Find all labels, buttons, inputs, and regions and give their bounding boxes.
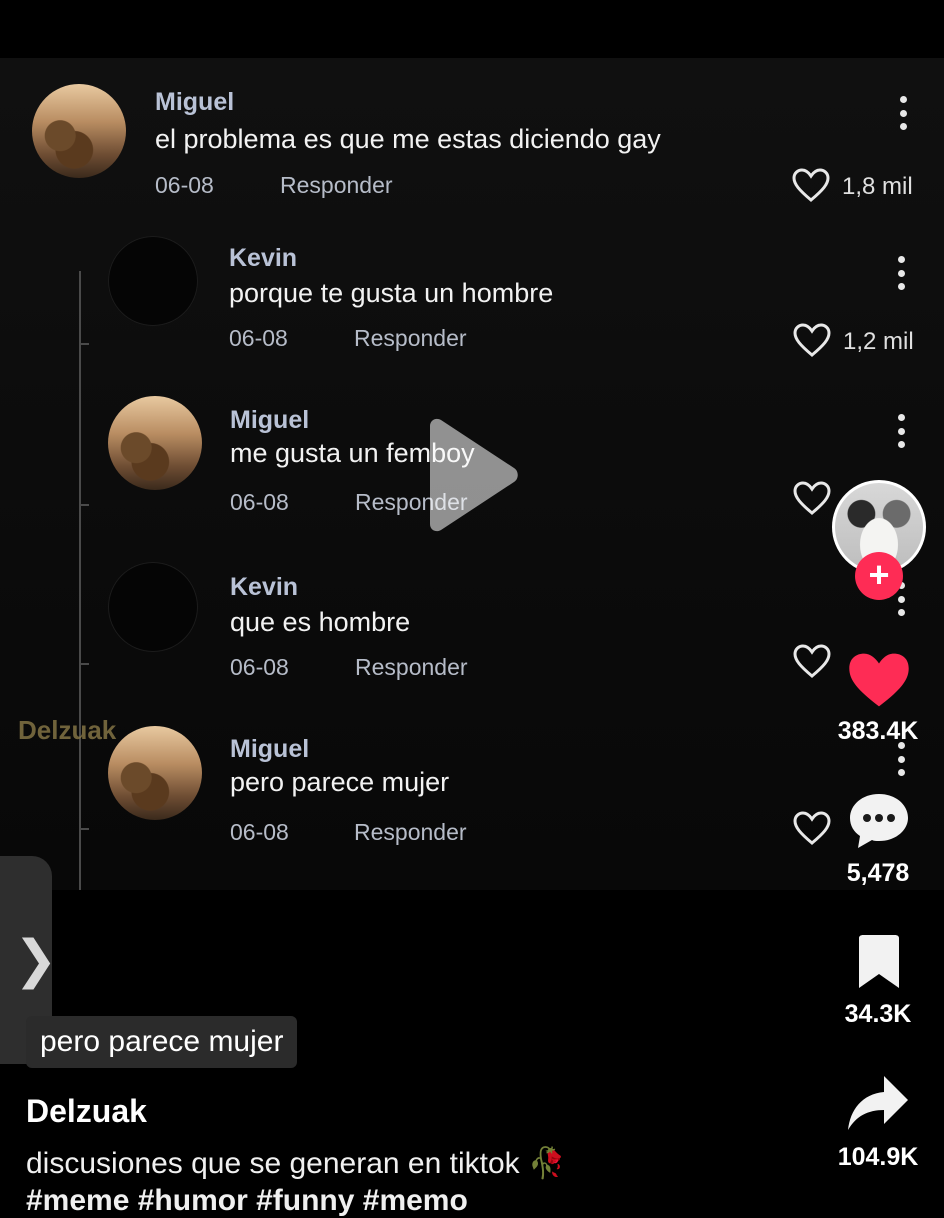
play-icon[interactable]: [424, 418, 520, 532]
comment-text: el problema es que me estas diciendo gay: [155, 124, 661, 154]
commenter-name[interactable]: Kevin: [229, 244, 297, 273]
thread-tick: [79, 504, 89, 506]
follow-plus-button[interactable]: +: [855, 552, 903, 600]
commenter-name[interactable]: Kevin: [230, 573, 298, 602]
commenter-avatar[interactable]: [108, 726, 202, 820]
commenter-avatar[interactable]: [32, 84, 126, 178]
heart-outline-icon[interactable]: [792, 322, 832, 358]
reply-thread-line: [79, 271, 81, 890]
comment-date: 06-08: [230, 489, 289, 515]
comment-date: 06-08: [230, 654, 289, 680]
reply-button[interactable]: Responder: [354, 325, 467, 352]
comment-like-count: 1,2 mil: [843, 328, 914, 355]
commenter-name[interactable]: Miguel: [230, 406, 309, 435]
thread-tick: [79, 343, 89, 345]
like-heart-icon[interactable]: [846, 650, 912, 710]
commenter-name[interactable]: Miguel: [155, 88, 234, 117]
comment-bubble-icon[interactable]: [846, 790, 912, 852]
comment-text: pero parece mujer: [230, 767, 450, 797]
more-options-icon[interactable]: [898, 96, 908, 130]
heart-outline-icon[interactable]: [792, 643, 832, 679]
video-description: discusiones que se generan en tiktok 🥀: [26, 1147, 566, 1180]
author-name[interactable]: Delzuak: [26, 1093, 147, 1130]
comment-text: porque te gusta un hombre: [229, 278, 554, 308]
like-count: 383.4K: [837, 717, 919, 745]
thread-tick: [79, 828, 89, 830]
commenter-avatar[interactable]: [108, 236, 198, 326]
save-count: 34.3K: [844, 1000, 912, 1028]
thread-tick: [79, 663, 89, 665]
commenter-avatar[interactable]: [108, 396, 202, 490]
commenter-name[interactable]: Miguel: [230, 735, 309, 764]
caption-chip[interactable]: pero parece mujer: [26, 1016, 298, 1068]
reply-button[interactable]: Responder: [280, 172, 393, 199]
heart-outline-icon[interactable]: [792, 480, 832, 516]
bookmark-icon[interactable]: [855, 934, 903, 990]
reply-button[interactable]: Responder: [355, 654, 468, 681]
share-count: 104.9K: [837, 1143, 919, 1171]
heart-outline-icon[interactable]: [791, 167, 831, 203]
share-arrow-icon[interactable]: [846, 1074, 910, 1134]
watermark: Delzuak: [18, 715, 117, 745]
more-options-icon[interactable]: [896, 414, 906, 448]
video-hashtags[interactable]: #meme #humor #funny #memo: [26, 1184, 468, 1218]
more-options-icon[interactable]: [896, 256, 906, 290]
comment-date: 06-08: [229, 325, 288, 351]
reply-button[interactable]: Responder: [354, 819, 467, 846]
more-options-icon[interactable]: [896, 742, 906, 776]
comment-date: 06-08: [230, 819, 289, 845]
heart-outline-icon[interactable]: [792, 810, 832, 846]
comment-count: 5,478: [846, 859, 910, 887]
comment-text: que es hombre: [230, 607, 411, 637]
commenter-avatar[interactable]: [108, 562, 198, 652]
comment-like-count: 1,8 mil: [842, 173, 913, 200]
chevron-right-icon: ❯: [14, 931, 58, 989]
comment-date: 06-08: [155, 172, 214, 198]
